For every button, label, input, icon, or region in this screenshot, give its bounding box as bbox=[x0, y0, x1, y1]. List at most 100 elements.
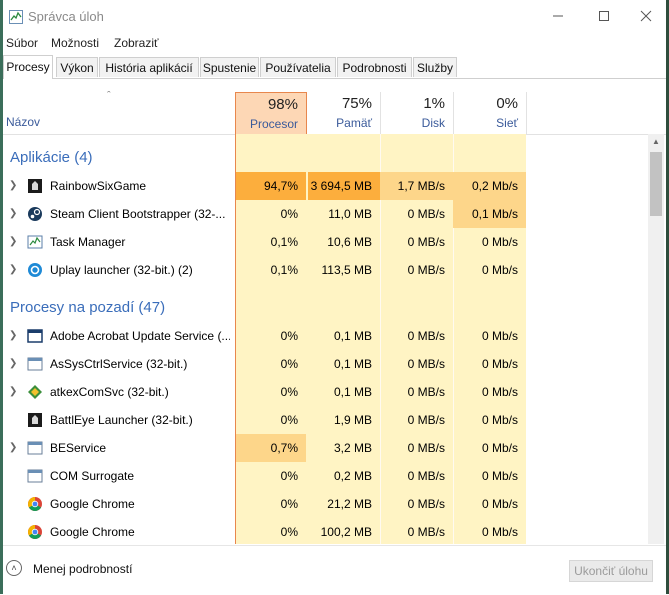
title-bar[interactable]: Správca úloh bbox=[3, 0, 666, 34]
expand-chevron-icon[interactable]: ❯ bbox=[9, 180, 17, 191]
disk-cell: 0 MB/s bbox=[407, 357, 445, 371]
minimize-button[interactable] bbox=[535, 0, 581, 34]
process-name: Steam Client Bootstrapper (32-... bbox=[50, 207, 226, 221]
atk-icon bbox=[28, 385, 42, 399]
network-cell: 0 Mb/s bbox=[481, 441, 518, 455]
disk-cell: 0 MB/s bbox=[407, 263, 445, 277]
task-manager-window: Správca úloh Súbor Možnosti Zobraziť Pro… bbox=[3, 0, 666, 595]
expand-chevron-icon[interactable]: ❯ bbox=[9, 264, 17, 275]
end-task-button[interactable]: Ukončiť úlohu bbox=[569, 560, 653, 582]
memory-cell: 0,1 MB bbox=[333, 357, 372, 371]
expand-chevron-icon[interactable]: ❯ bbox=[9, 330, 17, 341]
table-row[interactable]: Google Chrome 0% 100,2 MB 0 MB/s 0 Mb/s bbox=[3, 518, 648, 544]
chevron-up-icon[interactable]: ˄ bbox=[6, 560, 22, 576]
network-cell: 0 Mb/s bbox=[481, 385, 518, 399]
memory-cell: 3,2 MB bbox=[333, 441, 372, 455]
expand-chevron-icon[interactable]: ❯ bbox=[9, 236, 17, 247]
sort-arrow-icon: ˆ bbox=[107, 90, 111, 102]
disk-cell: 0 MB/s bbox=[407, 441, 445, 455]
cpu-cell: 0% bbox=[280, 207, 298, 221]
header-disk[interactable]: 1% Disk bbox=[380, 92, 453, 134]
uplay-icon bbox=[28, 263, 42, 277]
maximize-icon bbox=[599, 11, 609, 21]
r6-icon bbox=[28, 179, 42, 193]
tab-services[interactable]: Služby bbox=[413, 57, 457, 77]
minimize-icon bbox=[553, 15, 563, 17]
chrome-icon bbox=[28, 497, 42, 511]
scrollbar-thumb[interactable] bbox=[650, 152, 662, 216]
tab-users[interactable]: Používatelia bbox=[260, 57, 336, 77]
table-row[interactable]: ❯ AsSysCtrlService (32-bit.) 0% 0,1 MB 0… bbox=[3, 350, 648, 378]
battleye-icon bbox=[28, 413, 42, 427]
network-label: Sieť bbox=[496, 116, 518, 130]
cpu-percent: 98% bbox=[267, 96, 298, 113]
cpu-cell: 0% bbox=[280, 525, 298, 539]
network-cell: 0 Mb/s bbox=[481, 413, 518, 427]
cpu-cell: 0% bbox=[280, 385, 298, 399]
fewer-details-link[interactable]: Menej podrobností bbox=[33, 562, 132, 576]
process-name: RainbowSixGame bbox=[50, 179, 147, 193]
chrome-icon bbox=[28, 525, 42, 539]
process-name: Uplay launcher (32-bit.) (2) bbox=[50, 263, 193, 277]
expand-chevron-icon[interactable]: ❯ bbox=[9, 442, 17, 453]
header-cpu[interactable]: 98% Procesor bbox=[235, 92, 307, 134]
table-row[interactable]: Google Chrome 0% 21,2 MB 0 MB/s 0 Mb/s bbox=[3, 490, 648, 518]
expand-chevron-icon[interactable]: ❯ bbox=[9, 358, 17, 369]
disk-percent: 1% bbox=[423, 95, 445, 112]
process-list: Aplikácie (4) ❯ RainbowSixGame 94,7% 3 6… bbox=[3, 134, 648, 544]
table-row[interactable]: ❯ atkexComSvc (32-bit.) 0% 0,1 MB 0 MB/s… bbox=[3, 378, 648, 406]
menu-file[interactable]: Súbor bbox=[6, 36, 38, 50]
maximize-button[interactable] bbox=[581, 0, 627, 34]
task-manager-app-icon bbox=[9, 10, 23, 24]
expand-chevron-icon[interactable]: ❯ bbox=[9, 386, 17, 397]
table-row[interactable]: ❯ Task Manager 0,1% 10,6 MB 0 MB/s 0 Mb/… bbox=[3, 228, 648, 256]
cpu-cell: 0% bbox=[280, 497, 298, 511]
process-name: Task Manager bbox=[50, 235, 126, 249]
scroll-up-icon[interactable]: ▲ bbox=[648, 134, 664, 150]
disk-cell: 0 MB/s bbox=[407, 329, 445, 343]
tab-processes[interactable]: Procesy bbox=[3, 55, 53, 79]
service-window-icon bbox=[27, 469, 43, 483]
service-window-icon bbox=[27, 357, 43, 371]
cpu-cell: 0,1% bbox=[270, 235, 298, 249]
tab-details[interactable]: Podrobnosti bbox=[337, 57, 412, 77]
steam-icon bbox=[28, 207, 42, 221]
tab-bar: Procesy Výkon História aplikácií Spusten… bbox=[3, 55, 666, 79]
close-button[interactable] bbox=[623, 0, 669, 34]
tab-startup[interactable]: Spustenie bbox=[200, 57, 259, 77]
disk-cell: 0 MB/s bbox=[407, 497, 445, 511]
menu-view[interactable]: Zobraziť bbox=[114, 36, 159, 50]
menu-options[interactable]: Možnosti bbox=[51, 36, 99, 50]
vertical-scrollbar[interactable]: ▲ bbox=[648, 134, 664, 544]
table-row[interactable]: COM Surrogate 0% 0,2 MB 0 MB/s 0 Mb/s bbox=[3, 462, 648, 490]
window-title: Správca úloh bbox=[28, 9, 104, 24]
disk-cell: 0 MB/s bbox=[407, 385, 445, 399]
network-cell: 0,1 Mb/s bbox=[453, 200, 526, 228]
table-row[interactable]: ❯ Uplay launcher (32-bit.) (2) 0,1% 113,… bbox=[3, 256, 648, 284]
memory-percent: 75% bbox=[341, 95, 372, 112]
disk-cell: 0 MB/s bbox=[407, 207, 445, 221]
process-name: Google Chrome bbox=[50, 497, 135, 511]
expand-chevron-icon[interactable]: ❯ bbox=[9, 208, 17, 219]
header-memory[interactable]: 75% Pamäť bbox=[308, 92, 380, 134]
group-background-title: Procesy na pozadí (47) bbox=[10, 299, 166, 316]
table-row[interactable]: ❯ BEService 0,7% 3,2 MB 0 MB/s 0 Mb/s bbox=[3, 434, 648, 462]
disk-cell: 0 MB/s bbox=[407, 413, 445, 427]
cpu-cell: 0,7% bbox=[236, 434, 306, 462]
table-row[interactable]: ❯ Steam Client Bootstrapper (32-... 0% 1… bbox=[3, 200, 648, 228]
network-cell: 0 Mb/s bbox=[481, 235, 518, 249]
cpu-cell: 0% bbox=[280, 329, 298, 343]
process-name: AsSysCtrlService (32-bit.) bbox=[50, 357, 188, 371]
table-row[interactable]: ❯ Adobe Acrobat Update Service (... 0% 0… bbox=[3, 322, 648, 350]
network-cell: 0 Mb/s bbox=[481, 329, 518, 343]
network-cell: 0 Mb/s bbox=[481, 357, 518, 371]
tab-app-history[interactable]: História aplikácií bbox=[99, 57, 199, 77]
table-row[interactable]: ❯ RainbowSixGame 94,7% 3 694,5 MB 1,7 MB… bbox=[3, 172, 648, 200]
disk-cell: 0 MB/s bbox=[407, 235, 445, 249]
tab-performance[interactable]: Výkon bbox=[56, 57, 98, 77]
process-name: Google Chrome bbox=[50, 525, 135, 539]
header-name[interactable]: Názov bbox=[6, 115, 40, 129]
table-row[interactable]: BattlEye Launcher (32-bit.) 0% 1,9 MB 0 … bbox=[3, 406, 648, 434]
memory-label: Pamäť bbox=[336, 116, 372, 130]
header-network[interactable]: 0% Sieť bbox=[453, 92, 526, 134]
